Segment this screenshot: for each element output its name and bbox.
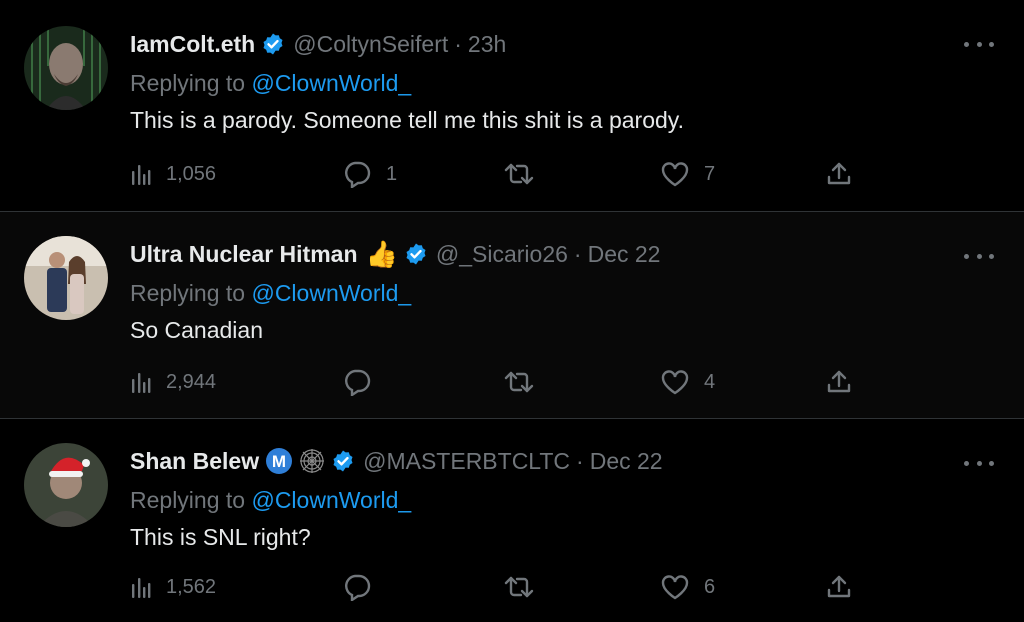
replying-to: Replying to @ClownWorld_: [130, 482, 1000, 518]
like-button[interactable]: 4: [660, 364, 715, 400]
replying-mention-link[interactable]: @ClownWorld_: [251, 70, 411, 96]
share-button[interactable]: [826, 156, 852, 192]
tweet[interactable]: Ultra Nuclear Hitman 👍 @_Sicario26 · Dec…: [0, 212, 1024, 419]
retweet-button[interactable]: [504, 569, 534, 605]
retweet-icon: [504, 161, 534, 187]
user-handle[interactable]: @MASTERBTCLTC: [363, 448, 570, 475]
like-icon: [660, 369, 690, 395]
replying-label: Replying to: [130, 487, 246, 513]
views-button[interactable]: 2,944: [130, 364, 216, 400]
replying-mention-link[interactable]: @ClownWorld_: [251, 487, 411, 513]
replying-mention-link[interactable]: @ClownWorld_: [251, 280, 411, 306]
reply-feed: IamColt.eth @ColtynSeifert · 23h Replyin…: [0, 0, 1024, 622]
timestamp[interactable]: Dec 22: [588, 241, 661, 268]
tweet-text: This is a parody. Someone tell me this s…: [130, 107, 684, 133]
views-button[interactable]: 1,562: [130, 569, 216, 605]
replying-to: Replying to @ClownWorld_: [130, 275, 1000, 311]
like-button[interactable]: 6: [660, 569, 715, 605]
tweet-text: This is SNL right?: [130, 524, 311, 550]
reply-button[interactable]: [342, 364, 372, 400]
views-count: 1,562: [166, 575, 217, 598]
tweet[interactable]: IamColt.eth @ColtynSeifert · 23h Replyin…: [0, 0, 1024, 212]
action-bar: 1,056 1 7: [130, 156, 870, 192]
more-icon[interactable]: [964, 244, 994, 268]
reply-icon: [342, 160, 372, 188]
thumbs-up-emoji: 👍: [365, 238, 398, 269]
like-icon: [660, 574, 690, 600]
like-count: 7: [704, 162, 716, 185]
reply-button[interactable]: 1: [342, 156, 397, 192]
tweet-text: So Canadian: [130, 317, 263, 343]
reply-count: 1: [386, 162, 398, 185]
m-badge-icon: M: [265, 447, 293, 475]
avatar[interactable]: [24, 26, 108, 110]
avatar[interactable]: [24, 443, 108, 527]
spiderweb-icon: [299, 448, 325, 474]
views-count: 1,056: [166, 162, 217, 185]
tweet-body: IamColt.eth @ColtynSeifert · 23h Replyin…: [130, 26, 1000, 138]
action-bar: 2,944 4: [130, 364, 870, 400]
display-name[interactable]: IamColt.eth: [130, 31, 255, 58]
more-icon[interactable]: [964, 451, 994, 475]
verified-icon: [331, 449, 355, 473]
more-icon[interactable]: [964, 32, 994, 56]
timestamp[interactable]: Dec 22: [590, 448, 663, 475]
replying-label: Replying to: [130, 70, 246, 96]
retweet-button[interactable]: [504, 156, 534, 192]
m-badge-letter: M: [272, 452, 286, 471]
separator: ·: [576, 447, 584, 474]
views-icon: [130, 574, 152, 600]
views-icon: [130, 369, 152, 395]
like-icon: [660, 161, 690, 187]
share-icon: [826, 161, 852, 187]
like-count: 6: [704, 575, 716, 598]
separator: ·: [573, 240, 582, 267]
action-bar: 1,562 6: [130, 569, 870, 605]
timestamp[interactable]: 23h: [468, 31, 506, 58]
user-handle[interactable]: @_Sicario26: [436, 241, 568, 268]
reply-icon: [342, 368, 372, 396]
verified-icon: [404, 242, 428, 266]
share-button[interactable]: [826, 364, 852, 400]
reply-icon: [342, 573, 372, 601]
tweet-header: Ultra Nuclear Hitman 👍 @_Sicario26 · Dec…: [130, 236, 1000, 272]
tweet-header: Shan Belew M @MASTERBTCLTC · Dec 22: [130, 443, 1000, 479]
tweet-body: Ultra Nuclear Hitman 👍 @_Sicario26 · Dec…: [130, 236, 1000, 348]
display-name[interactable]: Shan Belew: [130, 448, 259, 475]
replying-to: Replying to @ClownWorld_: [130, 65, 1000, 101]
tweet[interactable]: Shan Belew M @MASTERBTCLTC · Dec 22 Repl…: [0, 419, 1024, 622]
like-count: 4: [704, 370, 716, 393]
separator: ·: [454, 30, 462, 57]
views-icon: [130, 161, 152, 187]
display-name[interactable]: Ultra Nuclear Hitman: [130, 241, 358, 268]
tweet-body: Shan Belew M @MASTERBTCLTC · Dec 22 Repl…: [130, 443, 1000, 555]
share-icon: [826, 369, 852, 395]
share-button[interactable]: [826, 569, 852, 605]
retweet-icon: [504, 369, 534, 395]
share-icon: [826, 574, 852, 600]
avatar[interactable]: [24, 236, 108, 320]
tweet-header: IamColt.eth @ColtynSeifert · 23h: [130, 26, 1000, 62]
views-count: 2,944: [166, 370, 217, 393]
like-button[interactable]: 7: [660, 156, 715, 192]
retweet-icon: [504, 574, 534, 600]
replying-label: Replying to: [130, 280, 246, 306]
user-handle[interactable]: @ColtynSeifert: [293, 31, 448, 58]
verified-icon: [261, 32, 285, 56]
retweet-button[interactable]: [504, 364, 534, 400]
views-button[interactable]: 1,056: [130, 156, 216, 192]
reply-button[interactable]: [342, 569, 372, 605]
